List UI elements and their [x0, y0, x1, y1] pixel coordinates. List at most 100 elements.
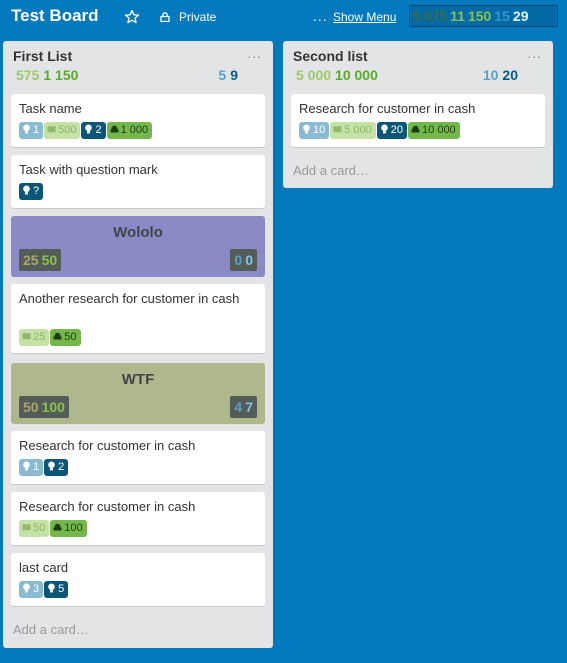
card-title: Research for customer in cash: [19, 438, 196, 453]
separator-title: WTF: [121, 371, 155, 388]
stat-value: 5 000: [296, 67, 332, 83]
card-title: Task name: [19, 101, 82, 116]
badge: 10: [299, 122, 330, 139]
stat-value: 10 000: [335, 67, 378, 83]
money-icon: [53, 332, 62, 340]
list-stats-left: 5 000 10 000: [296, 67, 382, 83]
stat-value: 20: [502, 67, 518, 83]
stat-value: 0: [234, 252, 243, 268]
board-stat: 150: [467, 8, 492, 24]
card[interactable]: Research for customer in cash 50 100: [11, 492, 265, 546]
stat-value: 10: [482, 67, 499, 83]
board-title[interactable]: Test Board: [11, 6, 99, 26]
card[interactable]: Task name 1 500 2 1 000: [11, 94, 265, 148]
badge: 50: [19, 520, 50, 537]
money-icon: [110, 125, 119, 133]
lightbulb-icon: [23, 124, 30, 134]
badge-value: ?: [33, 185, 40, 197]
list-stats-right: 10 20: [483, 67, 518, 83]
list-menu-icon[interactable]: ...: [247, 45, 262, 61]
star-icon[interactable]: [124, 9, 140, 25]
money-icon: [411, 125, 420, 133]
card-badges: 1 500 2 1 000: [19, 122, 153, 139]
badge: 1 000: [106, 122, 153, 139]
badge-value: 1: [33, 124, 40, 136]
lightbulb-icon: [303, 124, 310, 134]
separator-card[interactable]: Wololo 25 50 0 0: [11, 216, 265, 277]
card-badges: 10 5 000 20 10 000: [299, 122, 461, 139]
badge-value: 20: [390, 124, 404, 136]
add-card-link[interactable]: Add a card…: [293, 163, 369, 178]
money-icon: [53, 523, 62, 531]
badge-value: 50: [33, 522, 46, 534]
stat-value: 100: [41, 399, 65, 415]
badge-value: 10 000: [422, 124, 456, 136]
separator-title: Wololo: [113, 224, 163, 241]
lightbulb-icon: [85, 124, 93, 134]
separator-stats-right: 47: [230, 396, 257, 418]
badge-value: 5: [58, 583, 65, 595]
card[interactable]: Task with question mark?: [11, 155, 265, 209]
stat-value: 9: [230, 67, 238, 83]
badge-value: 1 000: [120, 124, 149, 136]
badge: 100: [50, 520, 87, 537]
stat-value: 4: [234, 399, 243, 415]
badge-value: 25: [33, 331, 46, 343]
separator-stats-left: 25 50: [19, 249, 62, 271]
stat-value: 50: [41, 252, 58, 268]
card-badges: 25 50: [19, 329, 82, 346]
book-icon: [22, 524, 31, 531]
board-stat: 5: [413, 8, 421, 24]
list-title[interactable]: Second list: [293, 48, 368, 64]
badge-value: 100: [64, 522, 83, 534]
board-stat: 29: [512, 8, 529, 24]
more-icon[interactable]: ...: [313, 8, 328, 24]
badge: 20: [376, 122, 408, 139]
separator-card[interactable]: WTF 50 100 4 7: [11, 363, 265, 424]
card-title: last card: [19, 560, 69, 575]
card[interactable]: Research for customer in cash 10 5 000 20 10…: [291, 94, 545, 148]
badge-value: 3: [33, 583, 40, 595]
badge: 10 000: [408, 122, 460, 139]
board-stat: 11: [450, 8, 465, 24]
board-stat: 575: [423, 8, 448, 24]
show-menu-link[interactable]: Show Menu: [333, 10, 396, 24]
stat-value: 50: [23, 399, 39, 415]
visibility-button[interactable]: Private: [160, 10, 216, 24]
list: Second list... 5 000 10 000 10 20 Research fo…: [283, 41, 553, 188]
badge-value: 2: [58, 461, 65, 473]
badge: 3: [19, 581, 44, 598]
board-stats: 5 575 11 150 15 29: [409, 5, 558, 27]
card[interactable]: Research for customer in cash 1 2: [11, 431, 265, 485]
list-stats-right: 59: [218, 67, 238, 83]
stat-value: 25: [23, 252, 39, 268]
badge: 25: [19, 329, 50, 346]
list-menu-icon[interactable]: ...: [527, 45, 542, 61]
card-badges: ?: [19, 183, 44, 200]
badge: 2: [44, 459, 69, 476]
card-badges: 12: [19, 459, 69, 476]
card[interactable]: Another research for customer in cash 25 5…: [11, 284, 265, 354]
book-icon: [333, 126, 342, 133]
add-card-link[interactable]: Add a card…: [13, 622, 89, 637]
card-title: Research for customer in cash: [299, 101, 476, 116]
book-icon: [22, 333, 31, 340]
card[interactable]: last card 3 5: [11, 553, 265, 607]
lightbulb-icon: [48, 461, 55, 471]
lightbulb-icon: [23, 461, 30, 471]
badge-value: 2: [95, 124, 102, 136]
badge: 50: [50, 329, 81, 346]
badge-value: 10: [313, 124, 326, 136]
lightbulb-icon: [23, 185, 30, 195]
card-title: Another research for customer in cash: [19, 291, 240, 306]
separator-stats-left: 50 100: [19, 396, 69, 418]
badge: 500: [44, 122, 81, 139]
badge: 5 000: [330, 122, 376, 139]
stat-value: 7: [245, 399, 253, 415]
card-title: Research for customer in cash: [19, 499, 196, 514]
stat-value: 1 150: [43, 67, 79, 83]
separator-stats-right: 00: [230, 249, 257, 271]
badge-value: 500: [58, 124, 77, 136]
list-title[interactable]: First List: [13, 48, 72, 64]
list: First List... 575 1 150 5 9 Task name 1 500 2 1 0…: [3, 41, 273, 648]
